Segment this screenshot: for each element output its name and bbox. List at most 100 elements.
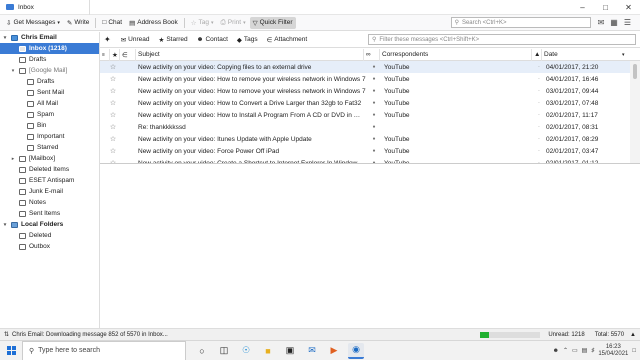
- expand-toggle-icon[interactable]: ▾: [2, 35, 8, 41]
- star-icon[interactable]: ☆: [106, 135, 120, 143]
- junk-status-icon[interactable]: ∙: [534, 148, 544, 154]
- folder-item[interactable]: Deleted: [0, 230, 99, 241]
- folder-item[interactable]: ▾ [Google Mail]: [0, 65, 99, 76]
- read-status-dot[interactable]: ●: [366, 64, 382, 70]
- correspondents-column-header[interactable]: Correspondents: [380, 48, 532, 61]
- folder-item[interactable]: Outbox: [0, 241, 99, 252]
- filter-starred-button[interactable]: ★ Starred: [155, 34, 190, 46]
- tag-button[interactable]: ☆ Tag ▾: [188, 17, 217, 29]
- chat-button[interactable]: □ Chat: [99, 17, 125, 28]
- quick-filter-button[interactable]: ▽ Quick Filter: [249, 16, 296, 29]
- filter-contact-button[interactable]: ☻ Contact: [194, 34, 231, 45]
- folder-item[interactable]: Deleted Items: [0, 164, 99, 175]
- task-view-icon[interactable]: ◫: [216, 343, 232, 359]
- write-button[interactable]: ✎ Write: [64, 17, 93, 29]
- column-picker-icon[interactable]: ▾: [620, 49, 630, 61]
- junk-status-icon[interactable]: ∙: [534, 124, 544, 130]
- folder-item[interactable]: Important: [0, 131, 99, 142]
- filter-attachment-button[interactable]: ∈ Attachment: [264, 34, 311, 46]
- start-button[interactable]: [0, 341, 22, 360]
- folder-item[interactable]: ▾ Chris Email: [0, 32, 99, 43]
- expand-toggle-icon[interactable]: ▸: [10, 156, 16, 162]
- date-column-header[interactable]: Date: [542, 49, 620, 61]
- read-status-dot[interactable]: ●: [366, 76, 382, 82]
- file-explorer-icon[interactable]: ■: [260, 343, 276, 359]
- read-status-dot[interactable]: ●: [366, 88, 382, 94]
- star-icon[interactable]: ☆: [106, 87, 120, 95]
- folder-item[interactable]: Drafts: [0, 54, 99, 65]
- taskbar-search-box[interactable]: ⚲ Type here to search: [22, 340, 186, 360]
- taskbar-clock[interactable]: 16:23 15/04/2021: [598, 344, 628, 358]
- folder-item[interactable]: Drafts: [0, 76, 99, 87]
- read-status-dot[interactable]: ●: [366, 112, 382, 118]
- minimize-icon[interactable]: –: [571, 0, 594, 15]
- message-row[interactable]: ☆ Re: thankkkkssd ● ∙ 02/01/2017, 08:31: [100, 121, 630, 133]
- message-row[interactable]: ☆ New activity on your video: Itunes Upda…: [100, 133, 630, 145]
- star-icon[interactable]: ☆: [106, 99, 120, 107]
- thunderbird-taskbar-icon[interactable]: ◉: [348, 342, 364, 359]
- hamburger-menu-icon[interactable]: ☰: [624, 18, 631, 27]
- message-row[interactable]: ☆ New activity on your video: How to remo…: [100, 73, 630, 85]
- filter-unread-button[interactable]: ✉ Unread: [118, 34, 153, 46]
- junk-column-header[interactable]: ▲: [532, 48, 542, 61]
- folder-item[interactable]: ESET Antispam: [0, 175, 99, 186]
- store-icon[interactable]: ▣: [282, 343, 298, 359]
- read-column-header[interactable]: ∞: [364, 48, 380, 61]
- global-search-input[interactable]: ⚲ Search <Ctrl+K>: [450, 17, 591, 28]
- pane-splitter[interactable]: [100, 163, 640, 164]
- cortana-icon[interactable]: ○: [194, 343, 210, 359]
- edge-icon[interactable]: ☉: [238, 343, 254, 359]
- battery-icon[interactable]: ▭: [572, 347, 578, 354]
- folder-item[interactable]: Starred: [0, 142, 99, 153]
- filter-messages-input[interactable]: ⚲ Filter these messages <Ctrl+Shift+K>: [368, 34, 636, 45]
- expand-toggle-icon[interactable]: ▾: [10, 68, 16, 74]
- folder-item[interactable]: ▸ [Mailbox]: [0, 153, 99, 164]
- message-row[interactable]: ☆ New activity on your video: How to Conv…: [100, 97, 630, 109]
- chat-bubble-icon[interactable]: ✉: [598, 18, 605, 27]
- folder-item[interactable]: Sent Items: [0, 208, 99, 219]
- star-icon[interactable]: ☆: [106, 147, 120, 155]
- folder-item[interactable]: ▾ Local Folders: [0, 219, 99, 230]
- junk-status-icon[interactable]: ∙: [534, 136, 544, 142]
- pin-icon[interactable]: ✦: [104, 35, 111, 44]
- junk-status-icon[interactable]: ∙: [534, 112, 544, 118]
- junk-status-icon[interactable]: ∙: [534, 88, 544, 94]
- folder-item[interactable]: Bin: [0, 120, 99, 131]
- message-row[interactable]: ☆ New activity on your video: How to Inst…: [100, 109, 630, 121]
- star-icon[interactable]: ☆: [106, 123, 120, 131]
- star-icon[interactable]: ☆: [106, 111, 120, 119]
- expand-toggle-icon[interactable]: ▾: [2, 222, 8, 228]
- folder-item[interactable]: Spam: [0, 109, 99, 120]
- message-list-scrollbar[interactable]: [630, 61, 640, 163]
- volume-icon[interactable]: ♯: [591, 348, 594, 354]
- junk-status-icon[interactable]: ∙: [534, 76, 544, 82]
- read-status-dot[interactable]: ●: [366, 136, 382, 142]
- folder-item[interactable]: Notes: [0, 197, 99, 208]
- address-book-button[interactable]: ▤ Address Book: [126, 17, 181, 29]
- message-row[interactable]: ☆ New activity on your video: Force Power…: [100, 145, 630, 157]
- junk-status-icon[interactable]: ∙: [534, 100, 544, 106]
- folder-item[interactable]: Junk E-mail: [0, 186, 99, 197]
- chevron-up-icon[interactable]: ⌃: [563, 347, 568, 354]
- read-status-dot[interactable]: ●: [366, 100, 382, 106]
- message-row[interactable]: ☆ New activity on your video: How to remo…: [100, 85, 630, 97]
- media-player-icon[interactable]: ▶: [326, 343, 342, 359]
- thread-column-header[interactable]: ≡: [100, 48, 110, 61]
- junk-status-icon[interactable]: ∙: [534, 64, 544, 70]
- filter-tags-button[interactable]: ◆ Tags: [234, 34, 261, 46]
- attachment-column-header[interactable]: ∈: [120, 48, 136, 61]
- network-icon[interactable]: ▤: [582, 347, 588, 354]
- subject-column-header[interactable]: Subject: [136, 48, 364, 61]
- star-column-header[interactable]: ★: [110, 48, 120, 61]
- calendar-icon[interactable]: ▦: [610, 18, 618, 27]
- mail-icon[interactable]: ✉: [304, 343, 320, 359]
- folder-item[interactable]: Sent Mail: [0, 87, 99, 98]
- get-messages-button[interactable]: ⇩ Get Messages ▾: [3, 17, 63, 29]
- read-status-dot[interactable]: ●: [366, 148, 382, 154]
- scrollbar-thumb[interactable]: [633, 64, 637, 79]
- star-icon[interactable]: ☆: [106, 75, 120, 83]
- star-icon[interactable]: ☆: [106, 63, 120, 71]
- tab-inbox[interactable]: Inbox: [0, 0, 90, 15]
- folder-item[interactable]: Inbox (1218): [0, 43, 99, 54]
- folder-item[interactable]: All Mail: [0, 98, 99, 109]
